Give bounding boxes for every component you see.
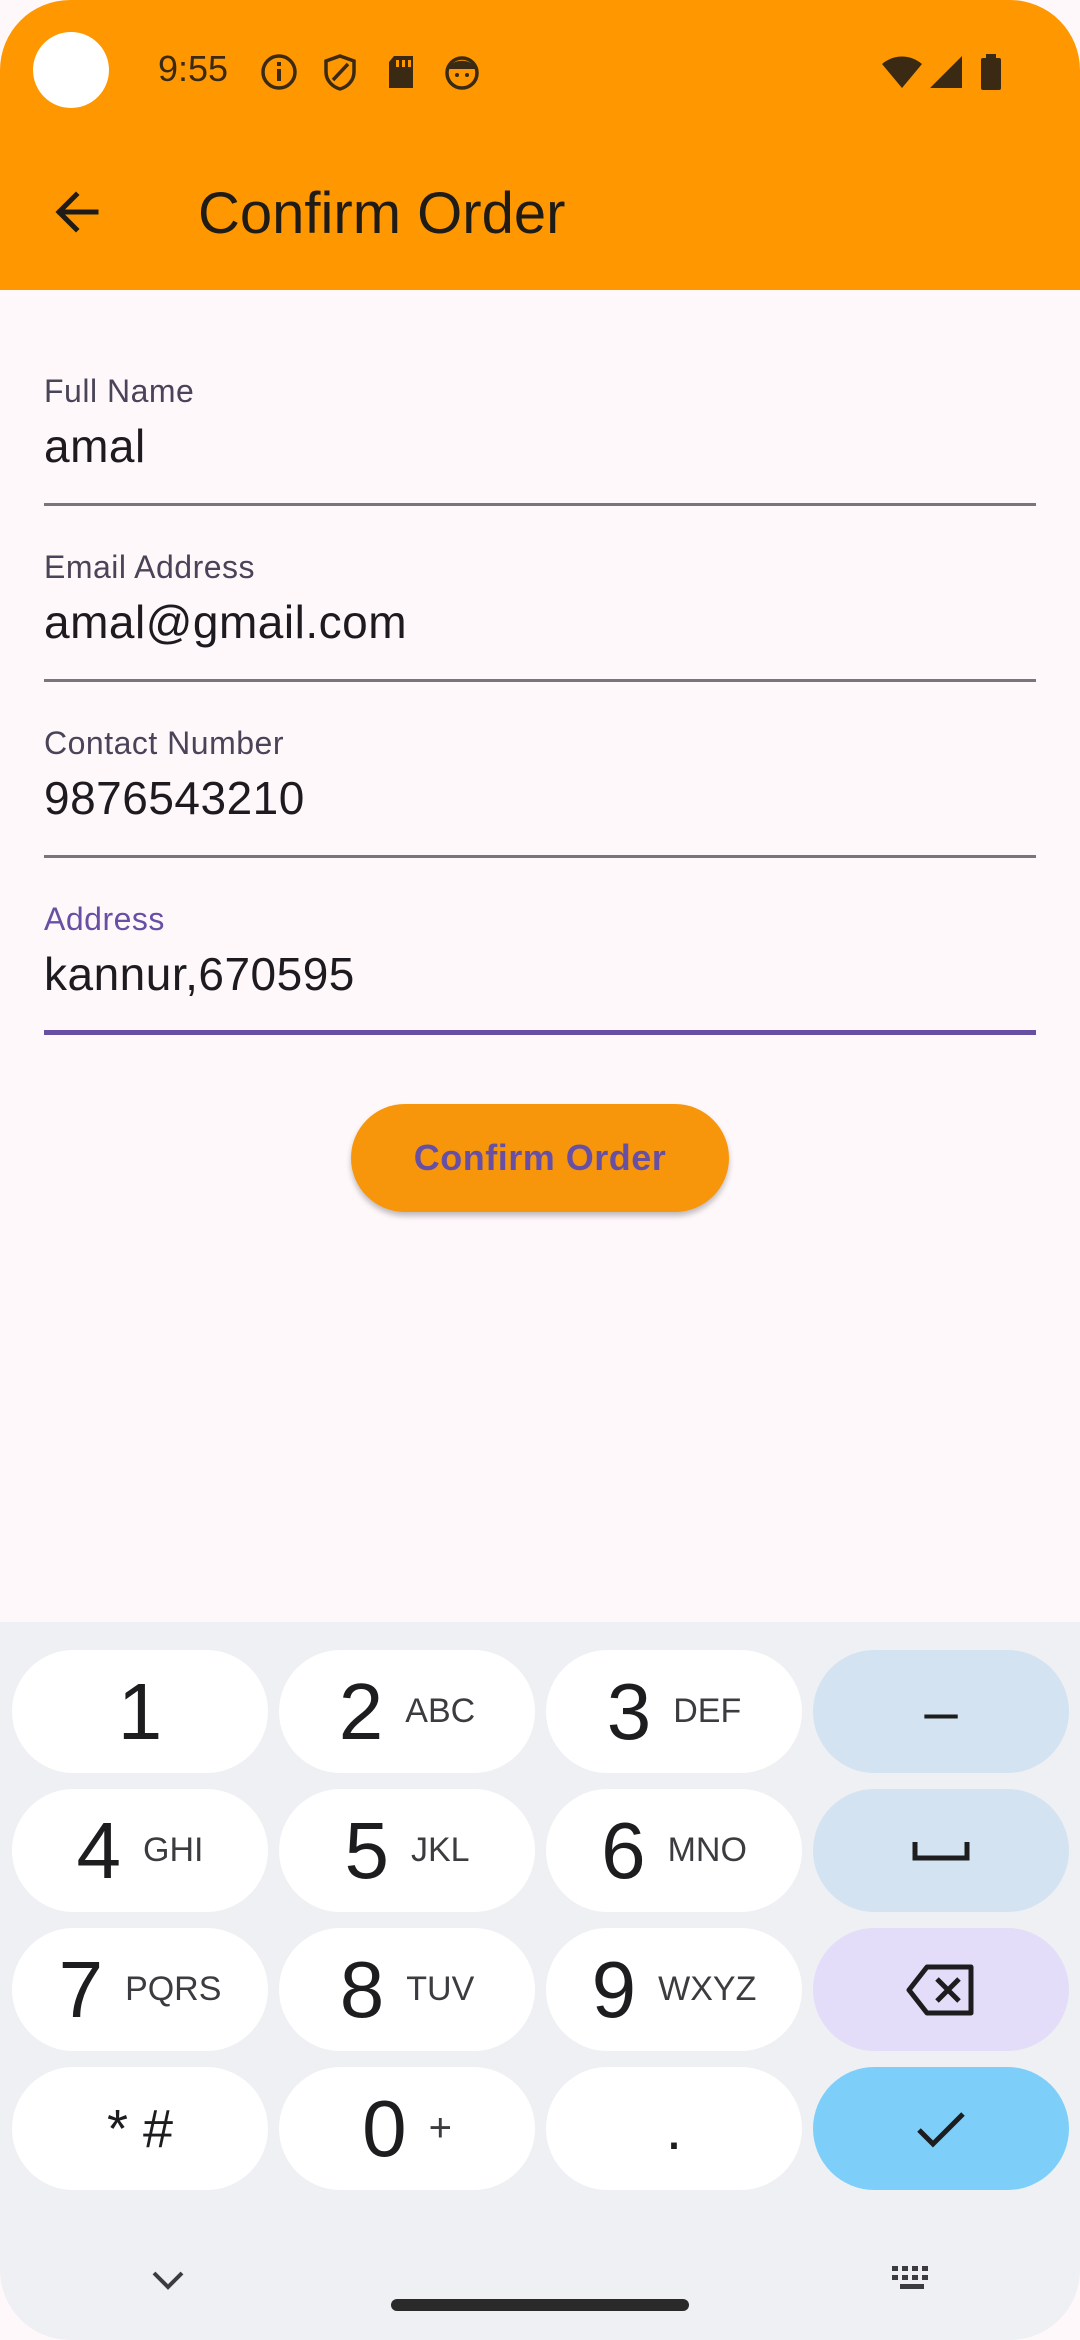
key-6-main: 6 xyxy=(601,1805,646,1895)
title-row: Confirm Order xyxy=(0,160,1080,260)
full-name-value[interactable]: amal xyxy=(44,419,146,473)
key-3[interactable]: 3 DEF xyxy=(546,1650,802,1773)
key-3-main: 3 xyxy=(606,1666,652,1756)
key-1-main: 1 xyxy=(117,1666,163,1756)
page-title: Confirm Order xyxy=(198,181,566,246)
sd-card-icon xyxy=(389,56,413,88)
address-label: Address xyxy=(44,901,165,937)
key-7-main: 7 xyxy=(58,1944,104,2034)
camera-cutout xyxy=(33,32,109,108)
address-field[interactable]: Address kannur,670595 xyxy=(44,901,1036,1051)
key-dash-main: – xyxy=(924,1678,958,1745)
address-value[interactable]: kannur,670595 xyxy=(44,947,355,1001)
key-5-main: 5 xyxy=(344,1805,389,1895)
key-7[interactable]: 7 PQRS xyxy=(12,1928,268,2051)
email-field[interactable]: Email Address amal@gmail.com xyxy=(44,549,1036,699)
check-icon xyxy=(917,2111,965,2148)
full-name-underline xyxy=(44,503,1036,506)
key-8-main: 8 xyxy=(339,1944,385,2034)
key-5[interactable]: 5 JKL xyxy=(279,1789,535,1912)
key-8[interactable]: 8 TUV xyxy=(279,1928,535,2051)
key-0-plus: + xyxy=(428,2106,452,2150)
keyboard-bottom-bar xyxy=(0,2240,1080,2340)
full-name-field[interactable]: Full Name amal xyxy=(44,373,1036,523)
confirm-order-button[interactable]: Confirm Order xyxy=(351,1104,729,1212)
address-underline xyxy=(44,1030,1036,1035)
key-9[interactable]: 9 WXYZ xyxy=(546,1928,802,2051)
face-icon xyxy=(445,56,479,90)
email-value[interactable]: amal@gmail.com xyxy=(44,595,407,649)
key-2-main: 2 xyxy=(338,1666,384,1756)
contact-number-value[interactable]: 9876543210 xyxy=(44,771,305,825)
key-period[interactable]: . xyxy=(546,2067,802,2190)
arrow-back-icon[interactable] xyxy=(48,182,108,242)
key-1[interactable]: 1 xyxy=(12,1650,268,1773)
key-0-main: 0 xyxy=(362,2083,407,2173)
email-underline xyxy=(44,679,1036,682)
wifi-icon xyxy=(882,56,922,88)
key-star-hash[interactable]: * # xyxy=(12,2067,268,2190)
contact-number-field[interactable]: Contact Number 9876543210 xyxy=(44,725,1036,875)
key-done[interactable] xyxy=(813,2067,1069,2190)
key-star-hash-main: * # xyxy=(106,2098,174,2159)
key-6[interactable]: 6 MNO xyxy=(546,1789,802,1912)
key-2-letters: ABC xyxy=(405,1692,476,1730)
key-8-letters: TUV xyxy=(406,1970,475,2008)
shield-icon xyxy=(324,54,356,91)
key-dash[interactable]: – xyxy=(813,1650,1069,1773)
contact-number-underline xyxy=(44,855,1036,858)
status-time: 9:55 xyxy=(158,48,229,89)
key-0[interactable]: 0 + xyxy=(279,2067,535,2190)
chevron-down-icon[interactable] xyxy=(150,2268,186,2292)
backspace-icon xyxy=(906,1964,974,2015)
space-icon xyxy=(912,1841,970,1860)
app-bar: 9:55 Confirm Order xyxy=(0,0,1080,290)
key-6-letters: MNO xyxy=(667,1831,747,1869)
numeric-keyboard: 1 2 ABC 3 DEF – 4 GHI 5 JKL 6 MNO 7 PQRS… xyxy=(0,1622,1080,2340)
email-label: Email Address xyxy=(44,549,256,585)
key-4[interactable]: 4 GHI xyxy=(12,1789,268,1912)
key-3-letters: DEF xyxy=(673,1692,742,1730)
key-2[interactable]: 2 ABC xyxy=(279,1650,535,1773)
info-icon xyxy=(261,54,297,90)
key-4-main: 4 xyxy=(76,1805,122,1895)
contact-number-label: Contact Number xyxy=(44,725,284,761)
keyboard-icon[interactable] xyxy=(890,2264,936,2296)
key-space[interactable] xyxy=(813,1789,1069,1912)
key-backspace[interactable] xyxy=(813,1928,1069,2051)
key-5-letters: JKL xyxy=(410,1831,470,1869)
key-4-letters: GHI xyxy=(143,1831,204,1869)
key-9-main: 9 xyxy=(591,1944,637,2034)
key-7-letters: PQRS xyxy=(125,1970,222,2008)
key-9-letters: WXYZ xyxy=(658,1970,757,2008)
battery-icon xyxy=(981,54,1001,90)
signal-icon xyxy=(930,56,962,88)
screen: 9:55 Confirm Order Full Name amal Email … xyxy=(0,0,1080,2340)
full-name-label: Full Name xyxy=(44,373,195,409)
home-indicator[interactable] xyxy=(391,2299,689,2311)
key-period-main: . xyxy=(665,2095,683,2162)
